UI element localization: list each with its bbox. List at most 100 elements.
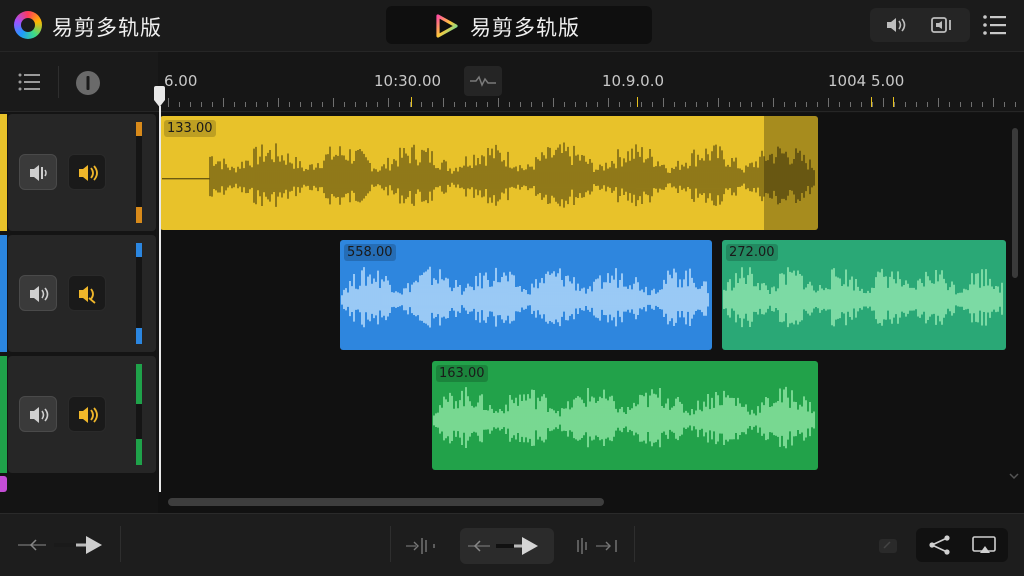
audio-clip[interactable]: 133.00 — [160, 116, 818, 230]
bottom-toolbar — [0, 513, 1024, 576]
ruler-label: 1004 5.00 — [828, 72, 905, 90]
ruler-tick — [300, 102, 301, 107]
speaker-muted-icon — [30, 165, 47, 181]
ruler-tick — [355, 102, 356, 107]
move-tool-button[interactable] — [460, 528, 554, 564]
ruler-tick — [421, 102, 422, 107]
ruler-tick — [278, 98, 279, 107]
ruler-tick — [817, 102, 818, 107]
ruler-tick — [861, 102, 862, 107]
ruler-label: 10.9.0.0 — [602, 72, 665, 90]
clip-label: 133.00 — [164, 120, 216, 137]
speaker-output-button[interactable] — [926, 12, 962, 38]
menu-icon — [983, 15, 1006, 35]
solo-button[interactable] — [68, 396, 106, 432]
audio-clip[interactable]: 163.00 — [432, 361, 818, 470]
vertical-scrollbar[interactable] — [1012, 128, 1018, 278]
move-right-icon[interactable] — [16, 532, 106, 558]
ruler-tick — [509, 102, 510, 107]
ruler-tick — [663, 98, 664, 107]
solo-button[interactable] — [68, 154, 106, 190]
ruler-tick — [960, 102, 961, 107]
ruler-tick — [652, 102, 653, 107]
ruler-tick — [619, 102, 620, 107]
ruler-label: 10:30.00 — [374, 72, 442, 90]
ruler-tick — [905, 102, 906, 107]
ruler-tick — [256, 102, 257, 107]
record-icon[interactable] — [876, 536, 900, 556]
info-icon[interactable] — [75, 70, 101, 96]
share-icon[interactable] — [926, 533, 954, 557]
timeline-ruler[interactable]: 6.00 10:30.00 10.9.0.0 1004 5.00 — [158, 52, 1024, 112]
playhead-handle[interactable] — [153, 86, 166, 108]
ruler-tick — [707, 102, 708, 107]
ruler-tick — [740, 102, 741, 107]
track-header-3 — [8, 356, 156, 473]
share-export-group — [916, 528, 1008, 562]
ruler-tick — [212, 102, 213, 107]
waveform-marker-icon — [470, 75, 496, 87]
ruler-tick — [542, 102, 543, 107]
ruler-tick — [344, 102, 345, 107]
clip-label: 272.00 — [726, 244, 778, 261]
level-meter — [136, 243, 142, 344]
track-header-2 — [8, 235, 156, 352]
horizontal-scrollbar[interactable] — [168, 498, 604, 506]
waveform — [341, 266, 709, 328]
ruler-tick — [377, 102, 378, 107]
ruler-tick — [982, 102, 983, 107]
menu-button[interactable] — [978, 10, 1010, 40]
level-meter — [136, 122, 142, 223]
ruler-tick — [201, 102, 202, 107]
project-title: 易剪多轨版 — [470, 16, 580, 40]
ruler-marker[interactable] — [464, 66, 502, 96]
clip-fade-region[interactable] — [764, 116, 818, 230]
ruler-tick — [795, 102, 796, 107]
play-logo-icon — [436, 14, 458, 38]
ruler-tick — [674, 102, 675, 107]
toolbar-divider — [390, 526, 391, 562]
toolbar-divider — [58, 66, 59, 98]
mute-button[interactable] — [19, 154, 57, 190]
ruler-tick — [168, 98, 169, 107]
playhead-line — [159, 106, 161, 492]
speaker-icon — [30, 407, 49, 423]
project-title-box[interactable]: 易剪多轨版 — [386, 6, 652, 44]
ruler-tick — [443, 98, 444, 107]
split-right-icon[interactable] — [574, 534, 622, 558]
ruler-tick — [564, 102, 565, 107]
waveform — [162, 142, 815, 208]
mute-button[interactable] — [19, 396, 57, 432]
split-left-icon[interactable] — [404, 534, 444, 558]
ruler-label: 6.00 — [164, 72, 198, 90]
audio-clip[interactable]: 558.00 — [340, 240, 712, 350]
ruler-tick — [883, 98, 884, 107]
ruler-marker-tick — [871, 97, 872, 107]
ruler-tick — [190, 102, 191, 107]
list-icon[interactable] — [16, 70, 44, 94]
ruler-tick — [773, 98, 774, 107]
volume-active-icon — [79, 407, 98, 423]
waveform-path — [162, 142, 815, 208]
audio-clip[interactable]: 272.00 — [722, 240, 1006, 350]
ruler-tick — [366, 102, 367, 107]
volume-active-icon — [79, 165, 98, 181]
ruler-tick — [388, 98, 389, 107]
solo-button[interactable] — [68, 275, 106, 311]
ruler-tick — [850, 102, 851, 107]
ruler-tick — [333, 98, 334, 107]
ruler-tick — [245, 102, 246, 107]
export-icon[interactable] — [970, 533, 1000, 557]
ruler-tick — [597, 102, 598, 107]
ruler-tick — [322, 102, 323, 107]
mute-button[interactable] — [19, 275, 57, 311]
scroll-down-icon[interactable] — [1006, 468, 1022, 484]
ruler-tick — [234, 102, 235, 107]
toolbar-divider — [120, 526, 121, 562]
track-color-strip — [0, 235, 7, 352]
volume-button[interactable] — [878, 12, 914, 38]
ruler-tick — [927, 102, 928, 107]
ruler-tick — [487, 102, 488, 107]
ruler-tick — [806, 102, 807, 107]
waveform-path — [433, 386, 815, 449]
